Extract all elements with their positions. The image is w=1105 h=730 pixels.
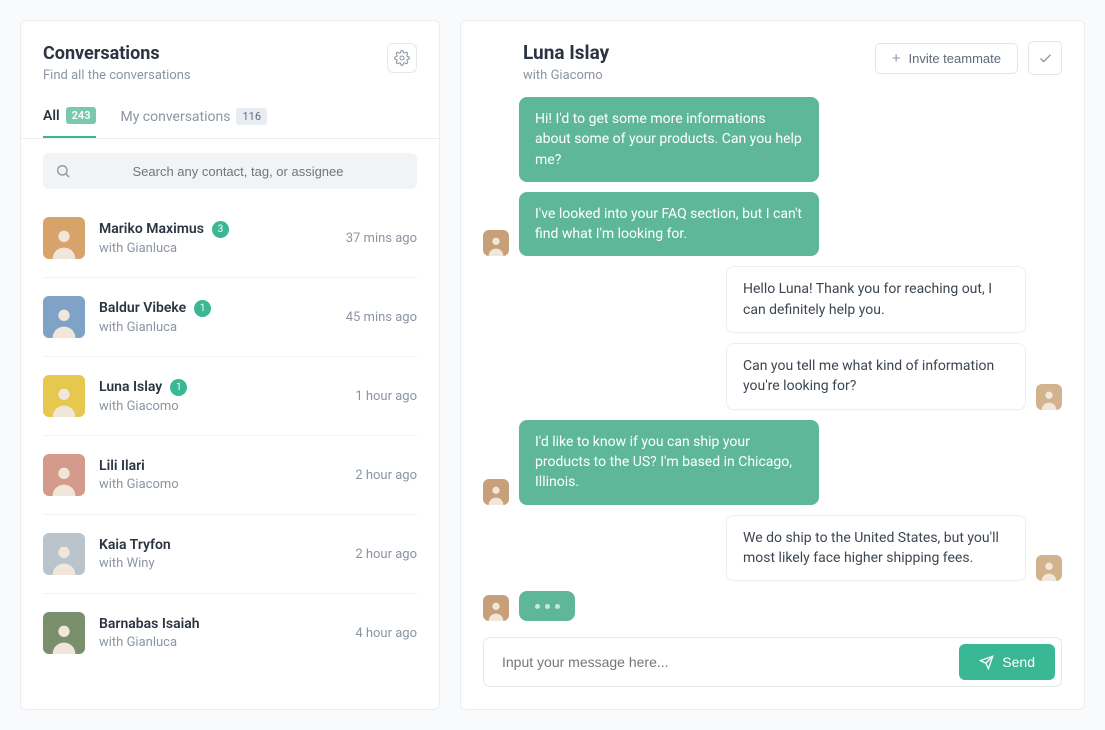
avatar [1036, 384, 1062, 410]
tab-label: My conversations [120, 109, 230, 125]
avatar [1036, 555, 1062, 581]
message-bubble: Hello Luna! Thank you for reaching out, … [726, 266, 1026, 333]
message-row: Hello Luna! Thank you for reaching out, … [483, 266, 1062, 333]
conversation-with: with Giacomo [99, 399, 341, 414]
conversation-item[interactable]: Kaia Tryfon with Winy 2 hour ago [43, 515, 417, 594]
settings-button[interactable] [387, 43, 417, 73]
conversation-time: 2 hour ago [355, 547, 417, 562]
avatar [43, 375, 85, 417]
search-field[interactable] [43, 153, 417, 189]
conversation-name: Kaia Tryfon [99, 537, 171, 553]
send-button[interactable]: Send [959, 644, 1055, 680]
message-row: We do ship to the United States, but you… [483, 515, 1062, 582]
conversation-with: with Winy [99, 556, 341, 571]
message-row: I've looked into your FAQ section, but I… [483, 192, 1062, 257]
conversation-name: Luna Islay [99, 379, 162, 395]
message-input[interactable] [502, 654, 949, 670]
avatar [483, 230, 509, 256]
conversation-time: 45 mins ago [346, 310, 417, 325]
conversation-with: with Giacomo [99, 477, 341, 492]
message-row: Can you tell me what kind of information… [483, 343, 1062, 410]
message-bubble: Hi! I'd to get some more informations ab… [519, 97, 819, 182]
unread-badge: 1 [170, 379, 187, 396]
conversation-name: Mariko Maximus [99, 221, 204, 237]
conversation-with: with Gianluca [99, 241, 332, 256]
plus-icon: + [892, 51, 901, 66]
chat-panel: Luna Islay with Giacomo + Invite teammat… [460, 20, 1085, 710]
message-bubble: I'd like to know if you can ship your pr… [519, 420, 819, 505]
message-bubble: We do ship to the United States, but you… [726, 515, 1026, 582]
avatar [43, 296, 85, 338]
invite-label: Invite teammate [909, 51, 1002, 66]
search-icon [55, 163, 71, 179]
message-bubble: Can you tell me what kind of information… [726, 343, 1026, 410]
avatar [43, 217, 85, 259]
tab-count: 116 [236, 108, 267, 125]
conversation-item[interactable]: Luna Islay 1 with Giacomo 1 hour ago [43, 357, 417, 436]
conversation-name: Lili Ilari [99, 458, 145, 474]
conversation-time: 4 hour ago [355, 626, 417, 641]
conversations-panel: Conversations Find all the conversations… [20, 20, 440, 710]
tab-label: All [43, 108, 60, 124]
message-bubble: I've looked into your FAQ section, but I… [519, 192, 819, 257]
gear-icon [394, 50, 410, 66]
conversation-time: 2 hour ago [355, 468, 417, 483]
conversation-item[interactable]: Mariko Maximus 3 with Gianluca 37 mins a… [43, 199, 417, 278]
unread-badge: 1 [194, 300, 211, 317]
typing-row [483, 591, 1062, 621]
tab-all[interactable]: All 243 [43, 107, 96, 138]
chat-title: Luna Islay [523, 41, 609, 64]
invite-teammate-button[interactable]: + Invite teammate [875, 43, 1018, 74]
chat-header: Luna Islay with Giacomo + Invite teammat… [461, 21, 1084, 97]
conversation-time: 37 mins ago [346, 231, 417, 246]
conversation-time: 1 hour ago [355, 389, 417, 404]
mark-done-button[interactable] [1028, 41, 1062, 75]
tab-count: 243 [66, 107, 97, 124]
conversation-item[interactable]: Barnabas Isaiah with Gianluca 4 hour ago [43, 594, 417, 672]
avatar [483, 479, 509, 505]
search-input[interactable] [71, 164, 405, 179]
typing-indicator [519, 591, 575, 621]
conversation-with: with Gianluca [99, 320, 332, 335]
message-row: Hi! I'd to get some more informations ab… [483, 97, 1062, 182]
conversation-list[interactable]: Mariko Maximus 3 with Gianluca 37 mins a… [21, 199, 439, 709]
avatar [483, 595, 509, 621]
sidebar-subtitle: Find all the conversations [43, 68, 191, 83]
message-row: I'd like to know if you can ship your pr… [483, 420, 1062, 505]
sidebar-header: Conversations Find all the conversations [21, 21, 439, 89]
avatar [43, 612, 85, 654]
conversation-item[interactable]: Baldur Vibeke 1 with Gianluca 45 mins ag… [43, 278, 417, 357]
send-label: Send [1002, 654, 1035, 670]
sidebar-title: Conversations [43, 43, 191, 64]
message-composer[interactable]: Send [483, 637, 1062, 687]
chat-messages[interactable]: Hi! I'd to get some more informations ab… [461, 97, 1084, 631]
avatar [43, 533, 85, 575]
conversation-name: Baldur Vibeke [99, 300, 186, 316]
conversation-with: with Gianluca [99, 635, 341, 650]
chat-subtitle: with Giacomo [523, 68, 609, 83]
avatar [43, 454, 85, 496]
tab-my-conversations[interactable]: My conversations 116 [120, 107, 267, 138]
check-icon [1038, 51, 1053, 66]
send-icon [979, 655, 994, 670]
conversation-name: Barnabas Isaiah [99, 616, 200, 632]
sidebar-tabs: All 243 My conversations 116 [21, 89, 439, 139]
unread-badge: 3 [212, 221, 229, 238]
conversation-item[interactable]: Lili Ilari with Giacomo 2 hour ago [43, 436, 417, 515]
